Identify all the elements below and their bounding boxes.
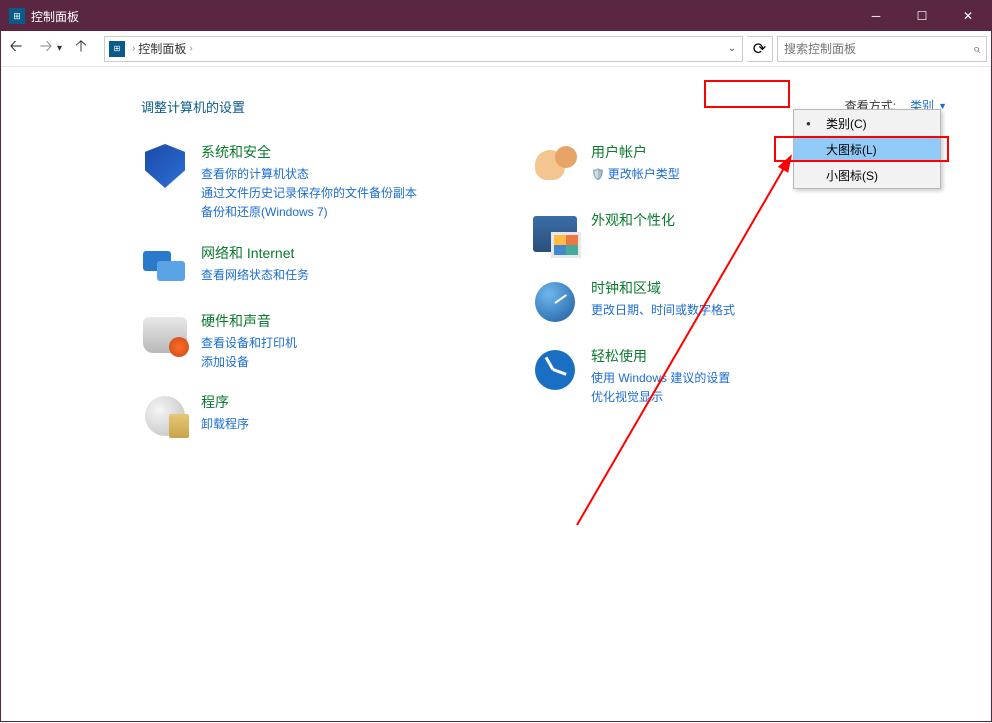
search-box[interactable]: ⌕ [777,36,987,62]
category-link[interactable]: 添加设备 [201,353,471,372]
history-dropdown-icon[interactable]: ▾ [57,43,62,54]
location-icon: ⊞ [109,41,125,57]
category-security: 系统和安全查看你的计算机状态通过文件历史记录保存你的文件备份副本备份和还原(Wi… [141,142,471,223]
category-hardware: 硬件和声音查看设备和打印机添加设备 [141,311,471,372]
app-icon: ⊞ [9,8,25,24]
category-title[interactable]: 硬件和声音 [201,311,471,331]
category-link[interactable]: 查看你的计算机状态 [201,165,471,184]
clock-icon[interactable] [531,278,579,326]
window-title: 控制面板 [31,8,853,25]
security-icon[interactable] [141,142,189,190]
address-bar[interactable]: ⊞ › 控制面板› ⌄ [104,36,743,62]
dropdown-item[interactable]: 类别(C) [794,110,940,136]
close-button[interactable]: ✕ [945,1,991,31]
category-title[interactable]: 轻松使用 [591,346,861,366]
breadcrumb-item[interactable]: 控制面板 [138,40,186,57]
category-link[interactable]: 查看设备和打印机 [201,334,471,353]
nav-toolbar: 🡠 🡢 ▾ 🡡 ⊞ › 控制面板› ⌄ ⟳ ⌕ [1,31,991,67]
category-link[interactable]: 通过文件历史记录保存你的文件备份副本 [201,184,471,203]
address-dropdown-icon[interactable]: ⌄ [722,37,742,61]
programs-icon[interactable] [141,392,189,440]
category-network: 网络和 Internet 查看网络状态和任务 [141,243,471,291]
maximize-button[interactable]: ☐ [899,1,945,31]
back-button[interactable]: 🡠 [1,34,31,64]
refresh-button[interactable]: ⟳ [747,36,773,62]
category-link[interactable]: 备份和还原(Windows 7) [201,203,471,222]
ease-icon[interactable] [531,346,579,394]
search-icon[interactable]: ⌕ [973,41,980,57]
hardware-icon[interactable] [141,311,189,359]
search-input[interactable] [784,42,973,56]
category-link[interactable]: 更改日期、时间或数字格式 [591,301,861,320]
up-button[interactable]: 🡡 [66,34,96,64]
category-ease: 轻松使用使用 Windows 建议的设置优化视觉显示 [531,346,861,407]
category-link[interactable]: 优化视觉显示 [591,388,861,407]
dropdown-item[interactable]: 大图标(L) [794,136,940,162]
dropdown-item[interactable]: 小图标(S) [794,162,940,188]
network-icon[interactable] [141,243,189,291]
view-dropdown-menu: 类别(C)大图标(L)小图标(S) [793,109,941,189]
category-title[interactable]: 系统和安全 [201,142,471,162]
chevron-right-icon: › [132,43,135,54]
category-title[interactable]: 时钟和区域 [591,278,861,298]
category-link[interactable]: 使用 Windows 建议的设置 [591,369,861,388]
category-title[interactable]: 程序 [201,392,471,412]
titlebar: ⊞ 控制面板 ─ ☐ ✕ [1,1,991,31]
minimize-button[interactable]: ─ [853,1,899,31]
chevron-right-icon: › [189,43,192,54]
category-clock: 时钟和区域更改日期、时间或数字格式 [531,278,861,326]
users-icon[interactable] [531,142,579,190]
category-appearance: 外观和个性化 [531,210,861,258]
category-title[interactable]: 网络和 Internet [201,243,471,263]
appearance-icon[interactable] [531,210,579,258]
category-programs: 程序卸载程序 [141,392,471,440]
category-title[interactable]: 外观和个性化 [591,210,861,230]
category-link[interactable]: 查看网络状态和任务 [201,266,471,285]
category-link[interactable]: 卸载程序 [201,415,471,434]
